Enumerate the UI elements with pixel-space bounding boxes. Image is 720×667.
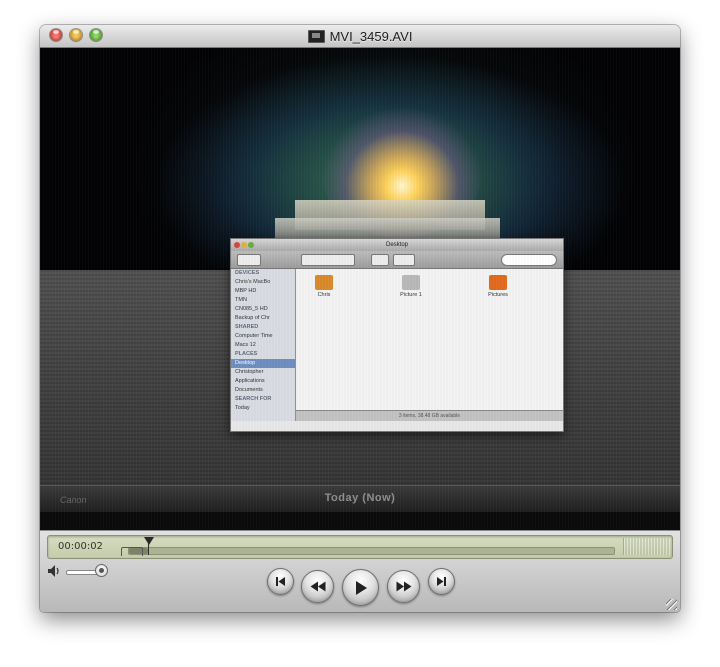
rewind-button[interactable] (301, 570, 334, 603)
fast-forward-icon (396, 581, 411, 592)
finder-toolbar (231, 251, 563, 269)
scrubber-bar[interactable]: 00:00:02 (47, 535, 673, 559)
play-icon (355, 580, 367, 595)
finder-sidebar-heading: SHARED (235, 324, 259, 330)
finder-back-forward (237, 254, 261, 266)
finder-title-bar: Desktop (231, 239, 563, 251)
playhead-line (148, 543, 149, 555)
finder-sidebar: DEVICES Chris's MacBo MBP HD TMN CN085_5 HD B… (231, 269, 296, 421)
finder-item-icon (402, 275, 420, 290)
quicktime-player-window: MVI_3459.AVI Desktop DEVICES Chris's MacB… (40, 25, 680, 612)
timeline-track[interactable] (128, 547, 615, 555)
finder-sidebar-item: Macs 12 (235, 342, 256, 348)
resize-grip-icon[interactable] (666, 599, 677, 610)
video-bottom-strip (40, 512, 680, 530)
rewind-icon (310, 581, 325, 592)
finder-content: Chris Picture 1 Pictures 3 items, 38.48 GB… (296, 269, 563, 421)
finder-window-buttons (234, 242, 240, 248)
scrubber-grip (623, 538, 670, 555)
finder-quicklook-button (371, 254, 389, 266)
finder-search-field (501, 254, 557, 266)
finder-desktop-item: Picture 1 (391, 275, 431, 298)
fast-forward-button[interactable] (387, 570, 420, 603)
skip-back-icon (276, 577, 285, 586)
finder-sidebar-heading: PLACES (235, 351, 258, 357)
finder-item-label: Picture 1 (400, 292, 422, 298)
finder-action-button (393, 254, 415, 266)
finder-sidebar-item: MBP HD (235, 288, 257, 294)
finder-title: Desktop (385, 242, 408, 248)
finder-sidebar-item: TMN (235, 297, 247, 303)
timecode-display: 00:00:02 (58, 541, 103, 552)
window-title-area: MVI_3459.AVI (40, 25, 680, 47)
finder-sidebar-item: Applications (235, 378, 265, 384)
finder-desktop-item: Chris (304, 275, 344, 298)
speaker-icon[interactable] (47, 564, 63, 578)
monitor-status-text: Today (Now) (324, 492, 396, 504)
video-window-stack-lower (275, 218, 500, 238)
go-to-start-button[interactable] (267, 568, 294, 595)
finder-desktop-item: Pictures (478, 275, 518, 298)
finder-sidebar-item: Computer Time (235, 333, 273, 339)
finder-item-icon (489, 275, 507, 290)
finder-sidebar-item: Today (235, 405, 250, 411)
video-frame[interactable]: Desktop DEVICES Chris's MacBo MBP HD TMN CN0… (40, 48, 680, 530)
go-to-end-button[interactable] (428, 568, 455, 595)
finder-item-label: Pictures (488, 292, 508, 298)
playhead-icon[interactable] (144, 537, 154, 545)
finder-sidebar-item: Documents (235, 387, 263, 393)
finder-sidebar-item: CN085_5 HD (235, 306, 268, 312)
movie-file-icon (307, 29, 325, 43)
skip-forward-icon (437, 577, 446, 586)
finder-view-buttons (301, 254, 355, 266)
play-button[interactable] (342, 569, 379, 606)
finder-sidebar-heading: SEARCH FOR (235, 396, 272, 402)
volume-slider-knob[interactable] (95, 564, 108, 577)
finder-sidebar-item: Desktop (231, 359, 295, 368)
finder-sidebar-item: Chris's MacBo (235, 279, 271, 285)
title-bar[interactable]: MVI_3459.AVI (40, 25, 680, 48)
selection-marker-icon[interactable] (121, 547, 143, 556)
window-title: MVI_3459.AVI (329, 28, 413, 44)
playback-controls: 00:00:02 (40, 530, 680, 612)
finder-sidebar-item: Backup of Chr (235, 315, 270, 321)
finder-item-label: Chris (317, 292, 331, 298)
finder-status-bar: 3 items, 38.48 GB available (296, 410, 563, 421)
finder-sidebar-item: Christopher (235, 369, 264, 375)
filmed-finder-window: Desktop DEVICES Chris's MacBo MBP HD TMN CN0… (230, 238, 564, 432)
finder-sidebar-heading: DEVICES (235, 270, 260, 276)
finder-item-icon (315, 275, 333, 290)
